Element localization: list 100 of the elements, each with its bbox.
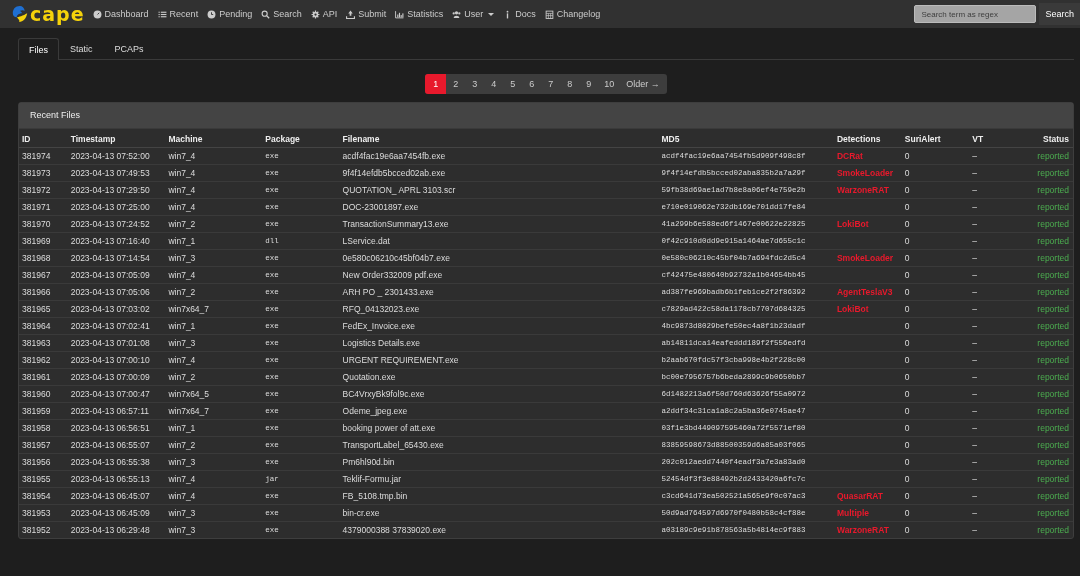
table-cell: 2023-04-13 07:25:00 xyxy=(70,202,150,212)
nav-link[interactable]: Pending xyxy=(207,9,253,19)
table-cell[interactable]: 381969 xyxy=(22,236,51,246)
search-icon xyxy=(261,9,271,19)
table-cell[interactable]: 381960 xyxy=(22,389,51,399)
table-cell: – xyxy=(972,355,977,365)
table-cell[interactable]: Teklif-Formu.jar xyxy=(342,474,402,484)
table-cell: 0 xyxy=(904,457,910,467)
table-cell[interactable]: 4379000388 37839020.exe xyxy=(342,525,447,535)
table-cell[interactable]: 381966 xyxy=(22,287,51,297)
table-cell[interactable]: QUOTATION_ APRL 3103.scr xyxy=(342,185,456,195)
table-cell[interactable]: 381953 xyxy=(22,508,51,518)
table-cell: 0 xyxy=(904,321,910,331)
search-button[interactable]: Search xyxy=(1039,3,1080,25)
table-cell[interactable]: 381964 xyxy=(22,321,51,331)
nav-link[interactable]: Dashboard xyxy=(92,9,149,19)
table-cell[interactable]: New Order332009 pdf.exe xyxy=(342,270,443,280)
page-link[interactable]: 6 xyxy=(522,74,542,94)
table-cell: 2023-04-13 07:05:06 xyxy=(70,287,150,297)
table-cell: – xyxy=(972,491,977,501)
page-link[interactable]: 10 xyxy=(598,74,621,94)
tab[interactable]: PCAPs xyxy=(103,38,155,59)
status-text: reported xyxy=(1037,406,1069,416)
bird-logo-icon[interactable] xyxy=(12,5,28,23)
table-cell: win7_4 xyxy=(168,185,196,195)
table-cell[interactable]: acdf4fac19e6aa7454fb.exe xyxy=(342,151,446,161)
page-link[interactable]: 8 xyxy=(560,74,580,94)
table-cell[interactable]: 381973 xyxy=(22,168,51,178)
nav-link[interactable]: Search xyxy=(261,9,302,19)
table-cell[interactable]: 381965 xyxy=(22,304,51,314)
table-cell[interactable]: RFQ_04132023.exe xyxy=(342,304,420,314)
table-cell: 2023-04-13 07:24:52 xyxy=(70,219,150,229)
nav-link[interactable]: Docs xyxy=(503,9,536,19)
table-cell[interactable]: TransportLabel_65430.exe xyxy=(342,440,444,450)
page-link[interactable]: 5 xyxy=(503,74,523,94)
page-link[interactable]: 4 xyxy=(484,74,504,94)
table-cell[interactable]: 381956 xyxy=(22,457,51,467)
nav-link[interactable]: User xyxy=(452,9,495,19)
search-field[interactable]: Search term as regex xyxy=(914,5,1037,23)
page-link[interactable]: 1 xyxy=(425,74,447,94)
table-cell[interactable]: LService.dat xyxy=(342,236,390,246)
table-cell[interactable]: Pm6hl90d.bin xyxy=(342,457,395,467)
table-cell: win7_2 xyxy=(168,287,196,297)
detection-label: DCRat xyxy=(836,151,863,161)
status-text: reported xyxy=(1037,253,1069,263)
gauge-icon xyxy=(92,9,102,19)
tab[interactable]: Static xyxy=(59,38,104,59)
nav-link[interactable]: Statistics xyxy=(395,9,444,19)
table-cell[interactable]: BC4VrxyBk9fol9c.exe xyxy=(342,389,425,399)
table-cell[interactable]: 9f4f14efdb5bcced02ab.exe xyxy=(342,168,446,178)
table-cell[interactable]: Quotation.exe xyxy=(342,372,396,382)
table-cell: 0 xyxy=(904,508,910,518)
table-cell[interactable]: 0e580c06210c45bf04b7.exe xyxy=(342,253,450,263)
table-cell: 2023-04-13 06:45:09 xyxy=(70,508,150,518)
table-cell[interactable]: FedEx_Invoice.exe xyxy=(342,321,415,331)
table-cell[interactable]: DOC-23001897.exe xyxy=(342,202,419,212)
nav-link[interactable]: Submit xyxy=(346,9,387,19)
table-cell: 2023-04-13 07:00:47 xyxy=(70,389,150,399)
column-header: MD5 xyxy=(658,131,834,148)
table-cell[interactable]: 381957 xyxy=(22,440,51,450)
table-cell[interactable]: 381958 xyxy=(22,423,51,433)
table-cell[interactable]: 381968 xyxy=(22,253,51,263)
table-cell[interactable]: TransactionSummary13.exe xyxy=(342,219,449,229)
table-cell[interactable]: 381974 xyxy=(22,151,51,161)
older-link[interactable]: Older → xyxy=(620,74,667,94)
table-cell[interactable]: Odeme_jpeg.exe xyxy=(342,406,408,416)
status-text: reported xyxy=(1037,202,1069,212)
table-cell[interactable]: 381961 xyxy=(22,372,51,382)
nav-link[interactable]: API xyxy=(310,9,338,19)
table-cell[interactable]: 381954 xyxy=(22,491,51,501)
table-cell[interactable]: ARH PO _ 2301433.exe xyxy=(342,287,434,297)
page-link[interactable]: 7 xyxy=(541,74,561,94)
table-cell[interactable]: 381972 xyxy=(22,185,51,195)
table-cell: win7_4 xyxy=(168,355,196,365)
nav-link[interactable]: Changelog xyxy=(544,9,601,19)
table-cell: win7_4 xyxy=(168,168,196,178)
detection-label: WarzoneRAT xyxy=(836,525,889,535)
table-cell[interactable]: FB_5108.tmp.bin xyxy=(342,491,408,501)
page-link[interactable]: 9 xyxy=(579,74,599,94)
logo-text[interactable]: cape xyxy=(30,4,85,24)
table-cell: win7_4 xyxy=(168,474,196,484)
table-cell[interactable]: Logistics Details.exe xyxy=(342,338,421,348)
table-cell[interactable]: booking power of att.exe xyxy=(342,423,436,433)
page-link[interactable]: 3 xyxy=(465,74,485,94)
page-link[interactable]: 2 xyxy=(446,74,466,94)
table-cell[interactable]: 381962 xyxy=(22,355,51,365)
table-cell[interactable]: 381963 xyxy=(22,338,51,348)
table-cell[interactable]: 381970 xyxy=(22,219,51,229)
table-cell: – xyxy=(972,389,977,399)
table-cell[interactable]: 381952 xyxy=(22,525,51,535)
table-cell: 0 xyxy=(904,372,910,382)
table-cell[interactable]: URGENT REQUIREMENT.exe xyxy=(342,355,459,365)
table-cell[interactable]: bin-cr.exe xyxy=(342,508,380,518)
tab[interactable]: Files xyxy=(18,38,59,60)
table-cell[interactable]: 381971 xyxy=(22,202,51,212)
table-cell[interactable]: 381955 xyxy=(22,474,51,484)
table-cell[interactable]: 381967 xyxy=(22,270,51,280)
nav-link[interactable]: Recent xyxy=(157,9,199,19)
table-cell[interactable]: 381959 xyxy=(22,406,51,416)
table-cell: 0 xyxy=(904,151,910,161)
